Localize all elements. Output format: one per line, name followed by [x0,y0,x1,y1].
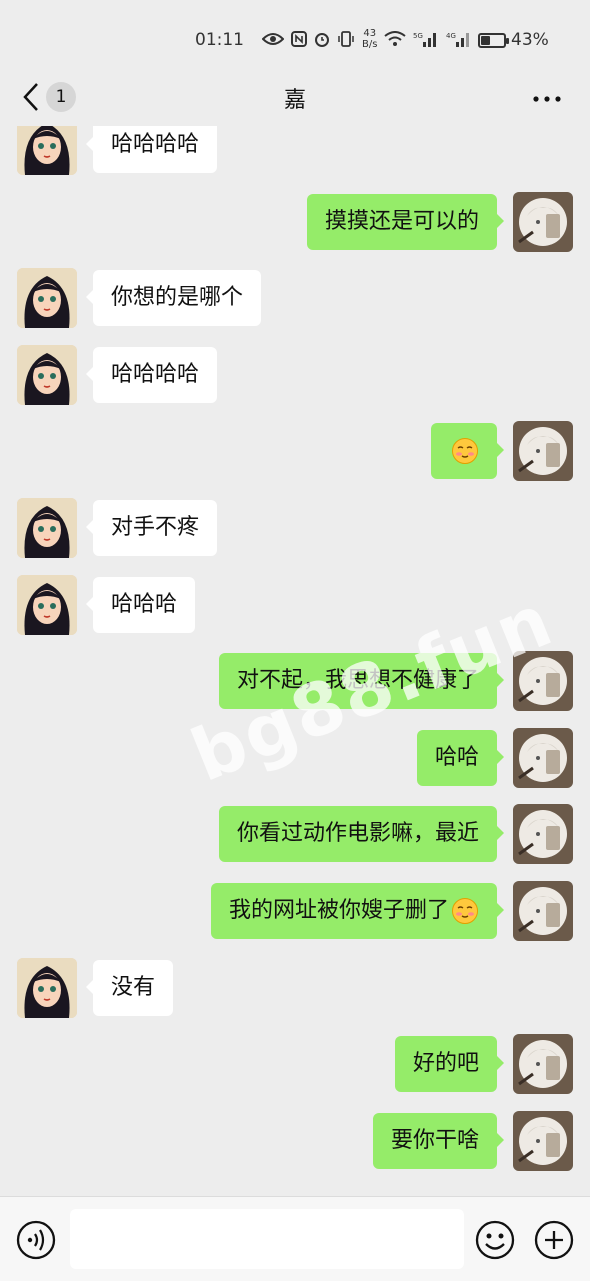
message-text: 对不起，我思想不健康了 [236,668,479,694]
message-text: 要你干啥 [390,1127,479,1153]
net-speed: 43 B/s [362,28,377,50]
contact-avatar[interactable] [17,957,77,1018]
my-avatar[interactable] [513,651,573,712]
sent-message-bubble[interactable]: 我的网址被你嫂子删了 [210,883,505,939]
contact-avatar[interactable] [17,498,77,558]
wifi-icon [384,31,407,46]
message-row: 你想的是哪个 [0,268,590,329]
message-row: 我的网址被你嫂子删了 [0,881,590,941]
message-row: 好的吧 [0,1034,590,1095]
received-message-bubble[interactable]: 哈哈哈哈 [85,126,218,173]
sent-message-bubble[interactable]: 哈哈 [416,729,505,786]
received-message-bubble[interactable]: 你想的是哪个 [85,270,262,327]
status-bar: 01:11 43 B/s 5G 4G 43% [0,0,590,70]
message-row [0,421,590,482]
chat-title: 嘉 [283,88,306,113]
message-text: 哈哈哈 [111,591,178,617]
net-speed-unit: B/s [362,39,378,50]
input-bar [0,1196,590,1281]
contact-avatar[interactable] [17,344,77,405]
vibrate-icon [338,31,354,47]
message-row: 哈哈 [0,727,590,788]
status-time: 01:11 [195,30,244,50]
my-avatar[interactable] [513,727,573,788]
sent-message-bubble[interactable]: 要你干啥 [372,1112,505,1169]
message-row: 对不起，我思想不健康了 [0,651,590,712]
svg-text:5G: 5G [413,32,423,40]
message-text: 哈哈哈哈 [111,132,200,157]
emoji-icon[interactable] [474,1219,516,1261]
received-message-bubble[interactable]: 哈哈哈 [85,576,196,633]
received-message-bubble[interactable]: 哈哈哈哈 [85,346,218,403]
message-list[interactable]: 哈哈哈哈 摸摸还是可以的 你想的是哪个 哈哈哈哈 对手不疼 哈哈哈 对不起，我思想不健康了哈… [0,126,590,1196]
sent-message-bubble[interactable] [431,423,504,480]
battery-icon [478,32,509,48]
received-message-bubble[interactable]: 对手不疼 [85,500,218,556]
message-row: 哈哈哈 [0,574,590,635]
plus-icon[interactable] [533,1219,575,1261]
message-text: 对手不疼 [111,515,200,540]
contact-avatar[interactable] [17,126,77,175]
my-avatar[interactable] [513,1034,573,1095]
message-row: 哈哈哈哈 [0,344,590,405]
message-text: 我的网址被你嫂子删了 [228,898,449,923]
battery: 43% [478,30,549,50]
net-speed-value: 43 [363,28,377,39]
message-text: 没有 [111,974,156,1000]
message-row: 摸摸还是可以的 [0,191,590,252]
message-row: 要你干啥 [0,1110,590,1171]
my-avatar[interactable] [513,421,573,482]
message-text: 哈哈哈哈 [111,361,200,387]
signal-5g-icon: 5G [413,32,437,47]
message-row: 你看过动作电影嘛，最近 [0,804,590,865]
message-row: 没有 [0,957,590,1018]
blush-emoji-icon [452,898,478,924]
sent-message-bubble[interactable]: 对不起，我思想不健康了 [218,653,505,710]
eye-icon [262,33,284,45]
received-message-bubble[interactable]: 没有 [85,959,174,1016]
message-row: 对手不疼 [0,498,590,558]
more-icon[interactable] [532,95,562,103]
message-text: 你想的是哪个 [111,285,244,311]
blush-emoji-icon [452,438,478,465]
alarm-icon [315,33,329,47]
sent-message-bubble[interactable]: 你看过动作电影嘛，最近 [218,806,505,863]
my-avatar[interactable] [513,1110,573,1171]
contact-avatar[interactable] [17,574,77,635]
battery-percent: 43% [511,30,549,50]
svg-text:4G: 4G [446,32,456,40]
sent-message-bubble[interactable]: 摸摸还是可以的 [306,193,505,250]
signal-4g-icon: 4G [446,32,470,47]
my-avatar[interactable] [513,804,573,865]
my-avatar[interactable] [513,191,573,252]
my-avatar[interactable] [513,881,573,941]
message-row: 哈哈哈哈 [0,126,590,175]
message-input[interactable] [70,1209,464,1269]
contact-avatar[interactable] [17,268,77,329]
sent-message-bubble[interactable]: 好的吧 [394,1036,505,1093]
voice-icon[interactable] [15,1219,57,1261]
status-icons: 43 B/s 5G 4G [262,28,472,50]
message-text: 哈哈 [434,744,479,770]
nfc-icon [291,31,307,47]
chat-header: 1 嘉 [0,70,590,126]
message-text: 摸摸还是可以的 [324,208,479,234]
message-text: 你看过动作电影嘛，最近 [236,821,479,847]
message-text: 好的吧 [412,1051,479,1077]
